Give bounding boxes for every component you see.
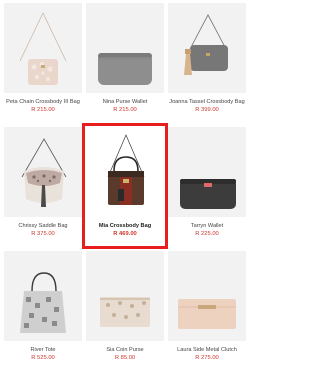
product-image[interactable] — [168, 3, 246, 93]
product-card[interactable]: Chrissy Saddle Bag R 375.00 — [4, 127, 82, 245]
saddle-bag-icon — [21, 138, 67, 207]
product-name[interactable]: River Tote — [4, 347, 82, 353]
product-card[interactable]: Joanna Tassel Crossbody Bag R 399.00 — [168, 3, 246, 121]
product-image[interactable] — [4, 251, 82, 341]
grey-wallet-icon — [98, 53, 152, 85]
product-image[interactable] — [86, 3, 164, 93]
product-image[interactable] — [4, 3, 82, 93]
product-card[interactable]: River Tote R 525.00 — [4, 251, 82, 369]
product-price: R 399.00 — [195, 107, 219, 113]
product-price: R 375.00 — [31, 231, 55, 237]
product-name[interactable]: Chrissy Saddle Bag — [4, 223, 82, 229]
product-card-selected[interactable]: Mia Crossbody Bag R 469.00 — [82, 123, 168, 249]
product-card[interactable]: Peta Chain Crossbody III Bag R 215.00 — [4, 3, 82, 121]
product-grid: Peta Chain Crossbody III Bag R 215.00 Ni… — [4, 3, 246, 369]
clutch-icon — [178, 299, 236, 329]
product-name[interactable]: Sia Coin Purse — [86, 347, 164, 353]
tote-bag-icon — [20, 272, 66, 333]
product-name[interactable]: Tarryn Wallet — [168, 223, 246, 229]
product-price: R 215.00 — [31, 107, 55, 113]
product-image[interactable] — [168, 251, 246, 341]
tassel-crossbody-bag-icon — [184, 14, 228, 75]
product-price: R 275.00 — [195, 355, 219, 361]
product-card[interactable]: Tarryn Wallet R 225.00 — [168, 127, 246, 245]
product-card[interactable]: Nina Purse Wallet R 215.00 — [86, 3, 164, 121]
product-image[interactable] — [168, 127, 246, 217]
crossbody-bag-pink-icon — [19, 12, 67, 85]
product-price: R 85.00 — [114, 355, 136, 361]
product-name[interactable]: Laura Side Metal Clutch — [168, 347, 246, 353]
product-image[interactable] — [4, 127, 82, 217]
product-price: R 225.00 — [195, 231, 219, 237]
product-price: R 215.00 — [113, 107, 137, 113]
coin-purse-icon — [100, 297, 150, 327]
product-name[interactable]: Joanna Tassel Crossbody Bag — [168, 99, 246, 105]
product-card[interactable]: Laura Side Metal Clutch R 275.00 — [168, 251, 246, 369]
product-image[interactable] — [86, 251, 164, 341]
product-price: R 525.00 — [31, 355, 55, 361]
product-name[interactable]: Peta Chain Crossbody III Bag — [4, 99, 82, 105]
product-price: R 469.00 — [113, 231, 137, 237]
product-name[interactable]: Nina Purse Wallet — [86, 99, 164, 105]
product-name[interactable]: Mia Crossbody Bag — [86, 223, 164, 229]
mia-crossbody-bag-icon — [107, 134, 145, 205]
product-card[interactable]: Sia Coin Purse R 85.00 — [86, 251, 164, 369]
product-image[interactable] — [86, 127, 164, 217]
black-wallet-icon — [180, 179, 236, 209]
